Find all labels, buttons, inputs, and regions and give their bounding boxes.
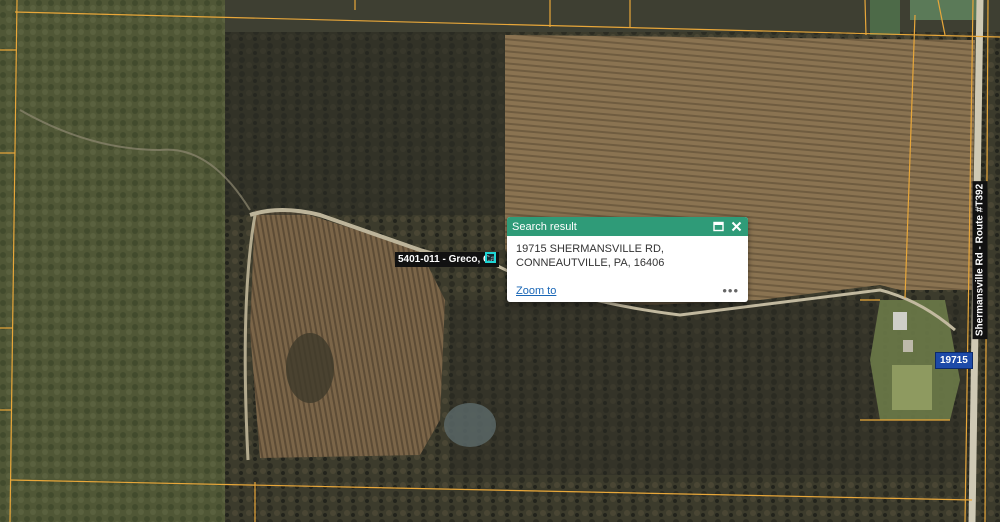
- road-label: Shermansville Rd - Route #T392: [962, 180, 998, 340]
- address-line-1: 19715 SHERMANSVILLE RD,: [516, 243, 664, 255]
- popup-footer: Zoom to •••: [516, 283, 739, 298]
- search-result-popup: Search result 19715 SHERMANSVILLE RD, CO…: [507, 217, 748, 302]
- close-icon[interactable]: [729, 220, 743, 234]
- popup-header: Search result: [507, 217, 748, 236]
- address-line-2: CONNEAUTVILLE, PA, 16406: [516, 257, 665, 269]
- maximize-icon[interactable]: [711, 220, 725, 234]
- popup-title: Search result: [512, 220, 577, 233]
- parcel-label: 5401-011 - Greco, Ca: [395, 252, 499, 267]
- map-view[interactable]: 5401-011 - Greco, Ca Shermansville Rd - …: [0, 0, 1000, 522]
- zoom-to-link[interactable]: Zoom to: [516, 285, 556, 297]
- location-marker-icon[interactable]: [485, 252, 496, 263]
- road-label-text: Shermansville Rd - Route #T392: [972, 180, 988, 340]
- popup-body: 19715 SHERMANSVILLE RD, CONNEAUTVILLE, P…: [507, 236, 748, 270]
- house-number-badge: 19715: [935, 352, 973, 369]
- aerial-imagery: [0, 0, 1000, 522]
- more-options-icon[interactable]: •••: [722, 283, 739, 298]
